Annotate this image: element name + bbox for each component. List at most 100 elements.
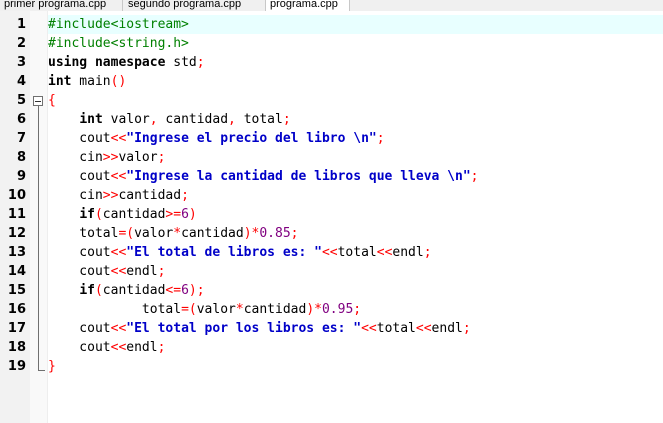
code-token: ;: [376, 131, 385, 146]
code-token: cout: [48, 321, 111, 336]
fold-end-marker: [38, 370, 45, 371]
fold-range-line: [38, 106, 39, 371]
code-row: 10 cin>>cantidad;: [0, 186, 663, 205]
code-token: "Ingrese la cantidad de libros que lleva…: [126, 169, 471, 184]
code-line[interactable]: cout<<"Ingrese la cantidad de libros que…: [48, 167, 663, 186]
code-token: endl: [126, 264, 158, 279]
code-line[interactable]: if(cantidad>=6): [48, 205, 663, 224]
code-token: ;: [157, 150, 166, 165]
code-token: ;: [470, 169, 479, 184]
code-token: using: [48, 55, 88, 70]
code-line[interactable]: total=(valor*cantidad)*0.85;: [48, 224, 663, 243]
code-line[interactable]: cout<<"El total por los libros es: "<<to…: [48, 319, 663, 338]
code-token: *: [235, 302, 244, 317]
line-number: 5: [16, 93, 26, 108]
tab-divider: [122, 0, 123, 11]
code-row: 18 cout<<endl;: [0, 338, 663, 357]
code-row: 13 cout<<"El total de libros es: "<<tota…: [0, 243, 663, 262]
code-row: 14 cout<<endl;: [0, 262, 663, 281]
code-token: if: [79, 207, 95, 222]
code-token: cout: [48, 264, 111, 279]
code-token: endl: [431, 321, 463, 336]
line-number: 4: [16, 74, 26, 89]
code-token: "El total de libros es: ": [126, 245, 322, 260]
code-line[interactable]: using namespace std;: [48, 53, 663, 72]
line-number: 18: [7, 340, 26, 355]
code-row: 11 if(cantidad>=6): [0, 205, 663, 224]
code-token: ,: [149, 112, 158, 127]
code-token: ;: [462, 321, 471, 336]
code-line[interactable]: total=(valor*cantidad)*0.95;: [48, 300, 663, 319]
code-token: ;: [196, 55, 205, 70]
code-row: 16 total=(valor*cantidad)*0.95;: [0, 300, 663, 319]
code-line[interactable]: cout<<"Ingrese el precio del libro \n";: [48, 129, 663, 148]
code-row: 6 int valor, cantidad, total;: [0, 110, 663, 129]
code-token: ;: [157, 340, 166, 355]
code-token: cantidad: [102, 283, 166, 298]
fold-collapse-icon[interactable]: [33, 96, 43, 106]
code-token: ,: [228, 112, 236, 127]
tab-segundo-programa[interactable]: segundo programa.cpp: [124, 0, 264, 11]
code-token: cin: [48, 188, 103, 203]
code-token: ;: [157, 264, 166, 279]
code-token: cantidad: [157, 112, 229, 127]
tab-programa-active[interactable]: programa.cpp: [265, 0, 350, 11]
code-line[interactable]: #include<iostream>: [48, 15, 663, 34]
code-token: =(: [118, 226, 135, 241]
line-number: 9: [16, 169, 26, 184]
code-row: 7 cout<<"Ingrese el precio del libro \n"…: [0, 129, 663, 148]
code-token: int: [48, 74, 72, 89]
code-line[interactable]: if(cantidad<=6);: [48, 281, 663, 300]
code-token: ;: [353, 302, 362, 317]
tab-primer-programa[interactable]: primer programa.cpp: [0, 0, 120, 11]
code-token: ;: [290, 226, 299, 241]
code-token: if: [79, 283, 95, 298]
code-token: {: [48, 93, 56, 108]
code-token: 6: [181, 283, 189, 298]
code-token: namespace: [94, 55, 166, 70]
code-token: ;: [423, 245, 432, 260]
code-line[interactable]: #include<string.h>: [48, 34, 663, 53]
code-row: 5{: [0, 91, 663, 110]
code-token: =(: [181, 302, 197, 317]
code-token: cantidad: [102, 207, 166, 222]
code-token: int: [79, 112, 103, 127]
code-token: );: [188, 283, 205, 298]
line-number: 2: [16, 36, 26, 51]
code-token: valor: [134, 226, 174, 241]
code-token: >>: [102, 188, 119, 203]
code-token: endl: [126, 340, 158, 355]
code-token: >>: [102, 150, 119, 165]
code-token: <<: [321, 245, 338, 260]
code-token: endl: [392, 245, 424, 260]
code-token: cantidad: [118, 188, 182, 203]
line-number: 14: [7, 264, 26, 279]
code-token: valor: [102, 112, 150, 127]
code-line[interactable]: }: [48, 357, 663, 376]
code-token: cin: [48, 150, 103, 165]
code-line[interactable]: cin>>cantidad;: [48, 186, 663, 205]
line-number: 11: [7, 207, 26, 222]
code-line[interactable]: cout<<"El total de libros es: "<<total<<…: [48, 243, 663, 262]
code-token: <<: [110, 245, 127, 260]
code-token: 0.95: [321, 302, 354, 317]
code-row: 9 cout<<"Ingrese la cantidad de libros q…: [0, 167, 663, 186]
code-line[interactable]: int main(): [48, 72, 663, 91]
code-line[interactable]: cout<<endl;: [48, 262, 663, 281]
code-line[interactable]: int valor, cantidad, total;: [48, 110, 663, 129]
code-line[interactable]: {: [48, 91, 663, 110]
code-row: 17 cout<<"El total por los libros es: "<…: [0, 319, 663, 338]
code-row: 2 #include<string.h>: [0, 34, 663, 53]
code-row: 12 total=(valor*cantidad)*0.85;: [0, 224, 663, 243]
line-number: 3: [16, 55, 26, 70]
code-token: cantidad: [243, 302, 307, 317]
code-token: <<: [110, 321, 127, 336]
code-token: <<: [110, 264, 127, 279]
code-token: >=: [165, 207, 182, 222]
line-number: 19: [7, 359, 26, 374]
line-number: 8: [16, 150, 26, 165]
code-line[interactable]: cin>>valor;: [48, 148, 663, 167]
code-line[interactable]: cout<<endl;: [48, 338, 663, 357]
